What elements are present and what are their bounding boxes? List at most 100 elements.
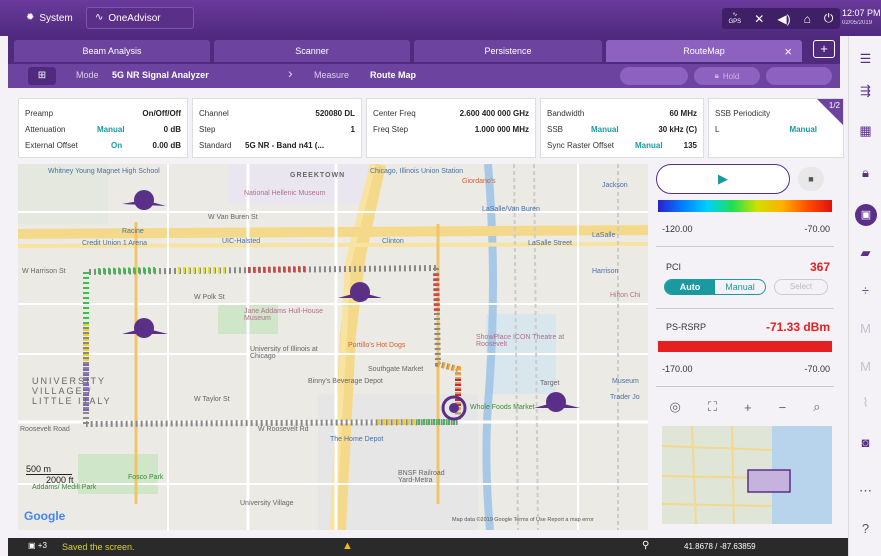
rsrp-label: PS-RSRP	[666, 322, 707, 332]
standard-value: 5G NR - Band n41 (...	[245, 141, 325, 150]
save-icon[interactable]: ▣	[855, 204, 877, 226]
map-label-lasalle-street: LaSalle Street	[528, 240, 572, 247]
pci-mode-toggle[interactable]: Auto Manual	[664, 279, 766, 295]
param-card-4[interactable]: Bandwidth 60 MHz SSB Manual 30 kHz (C) S…	[540, 98, 704, 158]
sync-raster-mode: Manual	[635, 141, 663, 150]
camera-icon[interactable]: ◙	[849, 432, 881, 454]
divider	[656, 308, 834, 309]
measure-value[interactable]: Route Map	[370, 70, 416, 80]
tab-persistence[interactable]: Persistence	[414, 40, 602, 62]
trace-icon[interactable]: ⌇	[849, 392, 881, 414]
pci-value: 367	[809, 260, 830, 274]
play-button[interactable]: ▶	[656, 164, 790, 194]
tools-icon: ✕	[754, 11, 765, 26]
hold-button[interactable]: 🔒︎ Hold	[694, 67, 760, 85]
map-controls: ◎ ⛶ + − ⌕	[656, 396, 834, 418]
scale-meters: 500 m	[26, 464, 72, 475]
status-icons: ∿ GPS ✕ ◀) ⌂ ⏻	[722, 8, 840, 29]
map-label-lasalle: LaSalle	[592, 232, 616, 239]
multiview-icon[interactable]: ▦	[849, 120, 881, 142]
map-label-w-taylor: W Taylor St	[194, 396, 230, 403]
map-label-w-harrison: W Harrison St	[22, 268, 66, 275]
bandwidth-value: 60 MHz	[669, 109, 697, 118]
system-button[interactable]: ✹ System	[18, 7, 82, 29]
ssb-value: 30 kHz (C)	[658, 125, 697, 134]
mode-value[interactable]: 5G NR Signal Analyzer	[112, 70, 209, 80]
apps-grid-button[interactable]: ⊞	[28, 67, 56, 85]
step-value: 1	[350, 125, 355, 134]
map-label-home-depot: The Home Depot	[330, 436, 384, 443]
zoom-in-icon[interactable]: +	[744, 400, 752, 415]
route-map[interactable]: Whitney Young Magnet High School GREEKTO…	[18, 164, 648, 530]
mode-label: Mode	[76, 70, 99, 80]
center-freq-label: Center Freq	[373, 109, 416, 118]
ssb-periodicity-label: SSB Periodicity	[715, 109, 771, 118]
add-tab-button[interactable]: +	[813, 40, 835, 58]
lock-icon[interactable]: 🔒︎	[849, 162, 881, 184]
param-card-5[interactable]: SSB Periodicity L Manual 1/2	[708, 98, 844, 158]
status-bar: ▣ +3 Saved the screen. ▲ ⚲ 41.8678 / -87…	[8, 538, 848, 556]
tab-scanner[interactable]: Scanner	[214, 40, 410, 62]
rsrp-value: -71.33 dBm	[765, 320, 830, 334]
more-icon[interactable]: ⋯	[849, 480, 881, 502]
map-label-w-van-buren: W Van Buren St	[208, 214, 258, 221]
map-label-little-italy: UNIVERSITY VILLAGE / LITTLE ITALY	[32, 376, 112, 406]
gear-icon: ✹	[26, 12, 35, 23]
map-label-w-polk: W Polk St	[194, 294, 225, 301]
fullscreen-icon[interactable]: ⛶	[708, 399, 717, 415]
oneadvisor-label: OneAdvisor	[108, 12, 161, 24]
settings-sliders-icon[interactable]: ⇶	[849, 80, 881, 102]
target-icon[interactable]: ◎	[670, 399, 681, 415]
color-scale-bar	[658, 200, 832, 212]
marker-table-icon[interactable]: M	[849, 356, 881, 378]
external-offset-mode: On	[111, 141, 123, 150]
google-logo: Google	[24, 509, 66, 523]
tab-strip: Beam Analysis Scanner Persistence RouteM…	[8, 36, 840, 64]
folder-icon[interactable]: ▰	[849, 242, 881, 264]
warning-icon[interactable]: ▲	[342, 540, 353, 552]
close-tab-icon[interactable]: ×	[784, 44, 792, 59]
parameter-panel: Preamp On/Off/Off Attenuation Manual 0 d…	[18, 98, 844, 158]
oneadvisor-button[interactable]: ∿ OneAdvisor	[86, 7, 194, 29]
param-card-2[interactable]: Channel 520080 DL Step 1 Standard 5G NR …	[192, 98, 362, 158]
map-label-clinton: Clinton	[382, 238, 404, 245]
clock: 12:07 PM 02/05/2019	[842, 8, 881, 28]
map-label-jane-addams: Jane Addams Hull-House Museum	[244, 308, 323, 322]
external-offset-label: External Offset	[25, 141, 78, 150]
marker-icon[interactable]: M	[849, 318, 881, 340]
pill-button-3[interactable]	[766, 67, 832, 85]
rsrp-min: -170.00	[662, 364, 693, 374]
top-bar: ✹ System ∿ OneAdvisor ∿ GPS ✕ ◀) ⌂ ⏻ 12:0…	[0, 0, 881, 36]
map-label-univ-chicago: University of Illinois at Chicago	[250, 346, 318, 360]
lock-icon: 🔒︎	[714, 71, 719, 80]
divide-icon[interactable]: ÷	[849, 280, 881, 302]
location-pin-icon: ⚲	[642, 540, 650, 551]
minimap-viewport	[747, 469, 791, 493]
menu-icon[interactable]: ☰	[849, 48, 881, 70]
app-window: ✹ System ∿ OneAdvisor ∿ GPS ✕ ◀) ⌂ ⏻ 12:0…	[0, 0, 881, 556]
notification-count[interactable]: ▣ +3	[28, 541, 47, 550]
grid-icon: ⊞	[37, 70, 47, 81]
clock-time: 12:07 PM	[842, 8, 881, 18]
overview-minimap[interactable]	[662, 426, 832, 524]
stop-button[interactable]: ■	[798, 167, 824, 191]
measure-label: Measure	[314, 70, 350, 80]
pill-button-1[interactable]	[620, 67, 688, 85]
map-label-school: Whitney Young Magnet High School	[48, 168, 160, 175]
search-icon[interactable]: ⌕	[813, 399, 820, 415]
map-label-roosevelt-road: Roosevelt Road	[20, 426, 70, 433]
pci-manual-option[interactable]: Manual	[715, 280, 765, 294]
map-attribution[interactable]: Map data ©2019 Google Terms of Use Repor…	[452, 517, 594, 523]
help-icon[interactable]: ?	[849, 518, 881, 540]
external-offset-value: 0.00 dB	[152, 141, 181, 150]
zoom-out-icon[interactable]: −	[779, 400, 787, 415]
pci-select-button[interactable]: Select	[774, 279, 828, 295]
pci-auto-option[interactable]: Auto	[665, 280, 715, 294]
param-card-1[interactable]: Preamp On/Off/Off Attenuation Manual 0 d…	[18, 98, 188, 158]
tab-beam-analysis[interactable]: Beam Analysis	[14, 40, 210, 62]
map-label-union-station: Chicago, Illinois Union Station	[370, 168, 463, 175]
param-card-3[interactable]: Center Freq 2.600 400 000 GHz Freq Step …	[366, 98, 536, 158]
map-label-binnys: Binny's Beverage Depot	[308, 378, 383, 385]
map-label-target: Target	[540, 380, 560, 387]
tab-routemap[interactable]: RouteMap ×	[606, 40, 802, 62]
